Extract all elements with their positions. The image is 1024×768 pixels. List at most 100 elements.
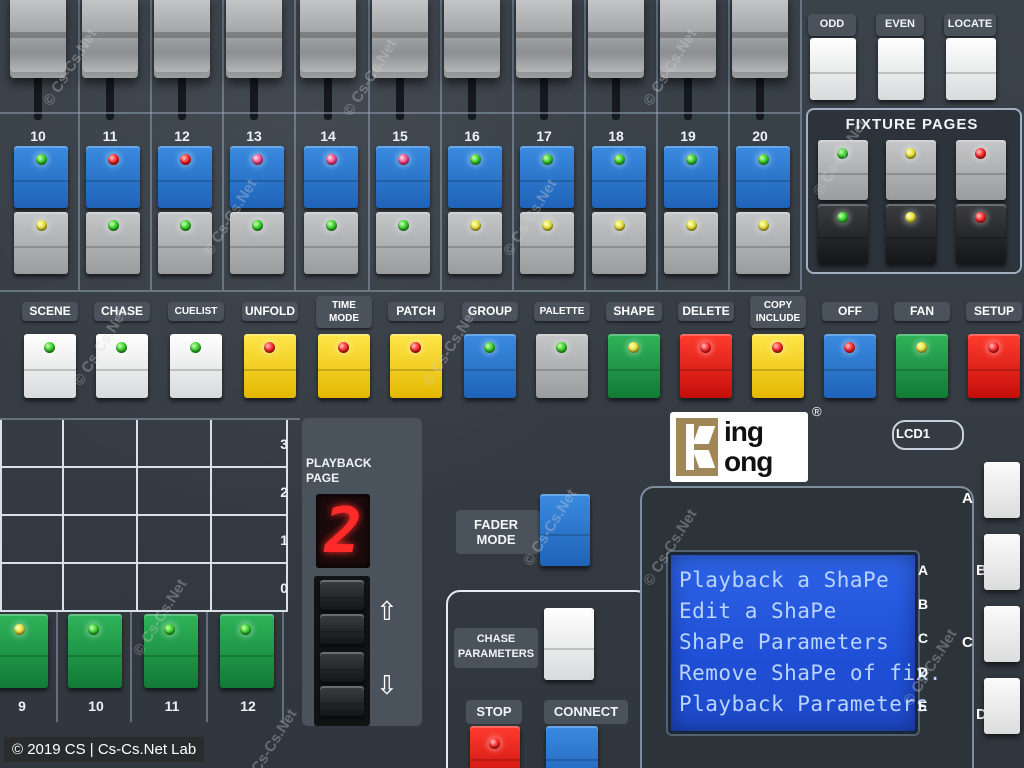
- page-key-2[interactable]: [320, 614, 364, 644]
- odd-label: ODD: [819, 18, 845, 30]
- page-key-4[interactable]: [320, 686, 364, 716]
- channel-flash-led: [36, 220, 47, 231]
- grid-cell: [64, 420, 138, 468]
- playback-led: [88, 624, 99, 635]
- channel-number: 11: [102, 128, 118, 144]
- unfold-led: [264, 342, 275, 353]
- channel-select-led: [326, 154, 337, 165]
- fader-mode-label: FADER MODE: [473, 517, 519, 547]
- patch-led: [410, 342, 421, 353]
- outer-side-key-1[interactable]: [984, 462, 1020, 518]
- chase-parameters-button[interactable]: [544, 608, 594, 680]
- playback-page-title: PLAYBACK PAGE: [306, 456, 372, 485]
- playback-led: [14, 624, 25, 635]
- function-label: COPY INCLUDE: [750, 296, 806, 328]
- channel-divider: [584, 0, 586, 290]
- page-down-arrow-icon[interactable]: ⇩: [376, 670, 398, 701]
- fader-knob-10[interactable]: [10, 0, 66, 78]
- fader-knob-12[interactable]: [154, 0, 210, 78]
- channel-number: 15: [392, 128, 408, 144]
- channel-select-led: [398, 154, 409, 165]
- channel-divider: [150, 0, 152, 290]
- scene-led: [44, 342, 55, 353]
- outer-side-key-4[interactable]: [984, 678, 1020, 734]
- channel-flash-led: [758, 220, 769, 231]
- lcd-softkey-label-a[interactable]: A: [918, 562, 928, 578]
- grid-cell: [64, 564, 138, 612]
- channel-number: 14: [320, 128, 336, 144]
- fader-knob-17[interactable]: [516, 0, 572, 78]
- playback-number: 11: [164, 698, 180, 714]
- playback-number: 12: [240, 698, 256, 714]
- channel-number: 18: [608, 128, 624, 144]
- grid-cell: [0, 516, 64, 564]
- channel-select-led: [614, 154, 625, 165]
- page-key-1[interactable]: [320, 580, 364, 610]
- grid-cell: [0, 420, 64, 468]
- playback-divider: [206, 612, 208, 722]
- grid-row-number: 2: [280, 484, 288, 500]
- connect-label: CONNECT: [553, 704, 619, 719]
- channel-flash-led: [108, 220, 119, 231]
- playback-button-9[interactable]: [0, 614, 48, 688]
- channel-number: 13: [246, 128, 262, 144]
- channel-flash-led: [614, 220, 625, 231]
- channel-select-led: [180, 154, 191, 165]
- king-kong-logo: ing ong: [670, 412, 808, 482]
- grid-cell: [0, 564, 64, 612]
- group-led: [484, 342, 495, 353]
- fader-knob-20[interactable]: [732, 0, 788, 78]
- function-label: UNFOLD: [242, 302, 298, 321]
- locate-button[interactable]: [946, 38, 996, 100]
- fader-knob-14[interactable]: [300, 0, 356, 78]
- function-label: DELETE: [678, 302, 734, 321]
- fixture-page-led: [905, 148, 916, 159]
- grid-row-number: 1: [280, 532, 288, 548]
- channel-flash-led: [542, 220, 553, 231]
- fixture-page-lower-led: [975, 212, 986, 223]
- lcd-menu-line-1: Playback a ShaPe: [679, 568, 890, 592]
- fader-knob-16[interactable]: [444, 0, 500, 78]
- logo-mark: [676, 418, 718, 476]
- even-button[interactable]: [878, 38, 924, 100]
- playback-divider: [282, 612, 284, 722]
- lcd1-label: LCD1: [896, 426, 930, 441]
- channel-number: 16: [464, 128, 480, 144]
- grid-row-number: 0: [280, 580, 288, 596]
- fader-knob-18[interactable]: [588, 0, 644, 78]
- channel-divider: [800, 0, 802, 290]
- function-label: SETUP: [966, 302, 1022, 321]
- channel-flash-led: [180, 220, 191, 231]
- connect-button[interactable]: [546, 726, 598, 768]
- playback-number: 9: [18, 698, 26, 714]
- palette-led: [556, 342, 567, 353]
- fader-rule: [0, 112, 800, 114]
- playback-divider: [56, 612, 58, 722]
- channel-divider: [440, 0, 442, 290]
- function-label: TIME MODE: [316, 296, 372, 328]
- channel-select-led: [542, 154, 553, 165]
- playback-led: [240, 624, 251, 635]
- outer-key-label-c: C: [962, 634, 973, 651]
- page-up-arrow-icon[interactable]: ⇧: [376, 596, 398, 627]
- setup-led: [988, 342, 999, 353]
- outer-side-key-2[interactable]: [984, 534, 1020, 590]
- lcd-softkey-label-b[interactable]: B: [918, 596, 928, 612]
- fan-led: [916, 342, 927, 353]
- lcd-softkey-label-c[interactable]: C: [918, 630, 928, 646]
- grid-cell: [0, 468, 64, 516]
- watermark-text: © Cs-Cs.Net: [240, 706, 301, 768]
- fader-knob-13[interactable]: [226, 0, 282, 78]
- page-key-3[interactable]: [320, 652, 364, 682]
- channel-select-led: [470, 154, 481, 165]
- channel-divider: [294, 0, 296, 290]
- function-label: PALETTE: [534, 302, 590, 321]
- fixture-pages-title: FIXTURE PAGES: [845, 116, 979, 133]
- channel-divider: [728, 0, 730, 290]
- channel-select-led: [36, 154, 47, 165]
- outer-side-key-3[interactable]: [984, 606, 1020, 662]
- channel-number: 17: [536, 128, 552, 144]
- grid-cell: [64, 468, 138, 516]
- odd-button[interactable]: [810, 38, 856, 100]
- fixture-page-led: [975, 148, 986, 159]
